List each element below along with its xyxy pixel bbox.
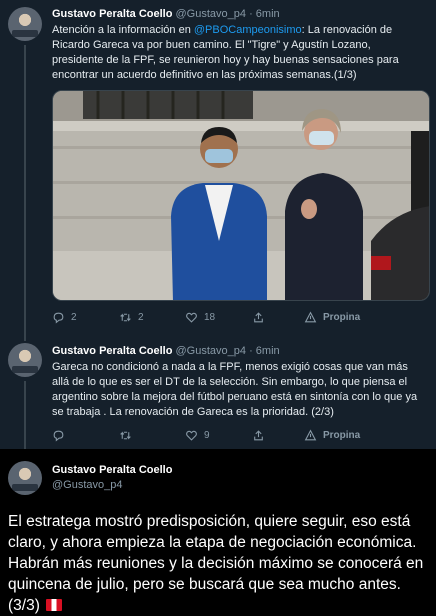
heart-icon	[186, 312, 197, 323]
author-name[interactable]: Gustavo Peralta Coello	[52, 8, 172, 20]
heart-icon	[186, 430, 197, 441]
author-name[interactable]: Gustavo Peralta Coello	[52, 464, 172, 476]
tip-icon	[304, 429, 317, 441]
avatar[interactable]	[8, 461, 42, 495]
tweet-actions: 2 2 18 Propina	[52, 311, 372, 327]
tweet-header: Gustavo Peralta Coello @Gustavo_p4 · 6mi…	[52, 345, 280, 357]
tweet-time[interactable]: 6min	[256, 345, 280, 357]
tweet-header: Gustavo Peralta Coello @Gustavo_p4 · 6mi…	[52, 8, 280, 20]
retweet-button[interactable]	[119, 429, 138, 442]
share-icon	[254, 312, 263, 323]
thread-line	[24, 45, 26, 333]
tweet-text-body: El estratega mostró predisposición, quie…	[8, 513, 424, 614]
peru-flag-emoji	[46, 599, 63, 611]
like-count: 9	[204, 430, 210, 441]
separator-dot: ·	[249, 8, 253, 20]
share-icon	[254, 430, 263, 441]
tweet-time[interactable]: 6min	[256, 8, 280, 20]
author-name-row: Gustavo Peralta Coello	[52, 464, 172, 476]
tip-label: Propina	[323, 312, 361, 323]
tweet-photo[interactable]	[52, 90, 430, 301]
mention-link[interactable]: @PBOCampeonisimo	[194, 24, 302, 36]
tip-button[interactable]: Propina	[304, 429, 360, 442]
like-button[interactable]: 18	[185, 311, 215, 324]
thread-line	[24, 381, 26, 449]
tip-label: Propina	[323, 430, 361, 441]
retweet-button[interactable]: 2	[119, 311, 144, 324]
thread-line-top	[24, 333, 26, 341]
tweet-text: Gareca no condicionó a nada a la FPF, me…	[52, 361, 418, 418]
reply-icon	[53, 430, 64, 442]
like-button[interactable]: 9	[185, 429, 210, 442]
tweet-actions: 9 Propina	[52, 429, 372, 445]
tweet-2[interactable]: Gustavo Peralta Coello @Gustavo_p4 · 6mi…	[0, 333, 436, 449]
author-handle[interactable]: @Gustavo_p4	[176, 345, 247, 357]
retweet-count: 2	[138, 312, 144, 323]
retweet-icon	[120, 431, 131, 440]
tweet-text-start: Atención a la información en	[52, 24, 194, 36]
tip-icon	[304, 311, 317, 323]
tweet-1[interactable]: Gustavo Peralta Coello @Gustavo_p4 · 6mi…	[0, 0, 436, 333]
avatar[interactable]	[8, 7, 42, 41]
tip-button[interactable]: Propina	[304, 311, 360, 324]
share-button[interactable]	[252, 311, 265, 324]
photo-image	[53, 91, 429, 300]
reply-button[interactable]: 2	[52, 311, 77, 324]
share-button[interactable]	[252, 429, 265, 442]
author-handle-row: @Gustavo_p4	[52, 479, 123, 491]
retweet-icon	[120, 313, 131, 322]
tweet-text: El estratega mostró predisposición, quie…	[8, 511, 428, 616]
reply-count: 2	[71, 312, 77, 323]
reply-icon	[53, 312, 64, 324]
reply-button[interactable]	[52, 429, 71, 442]
like-count: 18	[204, 312, 216, 323]
avatar[interactable]	[8, 343, 42, 377]
tweet-3[interactable]: Gustavo Peralta Coello @Gustavo_p4 El es…	[0, 449, 436, 616]
author-name[interactable]: Gustavo Peralta Coello	[52, 345, 172, 357]
tweet-text: Atención a la información en @PBOCampeon…	[52, 23, 422, 83]
author-handle[interactable]: @Gustavo_p4	[52, 479, 123, 491]
separator-dot: ·	[249, 345, 253, 357]
author-handle[interactable]: @Gustavo_p4	[176, 8, 247, 20]
